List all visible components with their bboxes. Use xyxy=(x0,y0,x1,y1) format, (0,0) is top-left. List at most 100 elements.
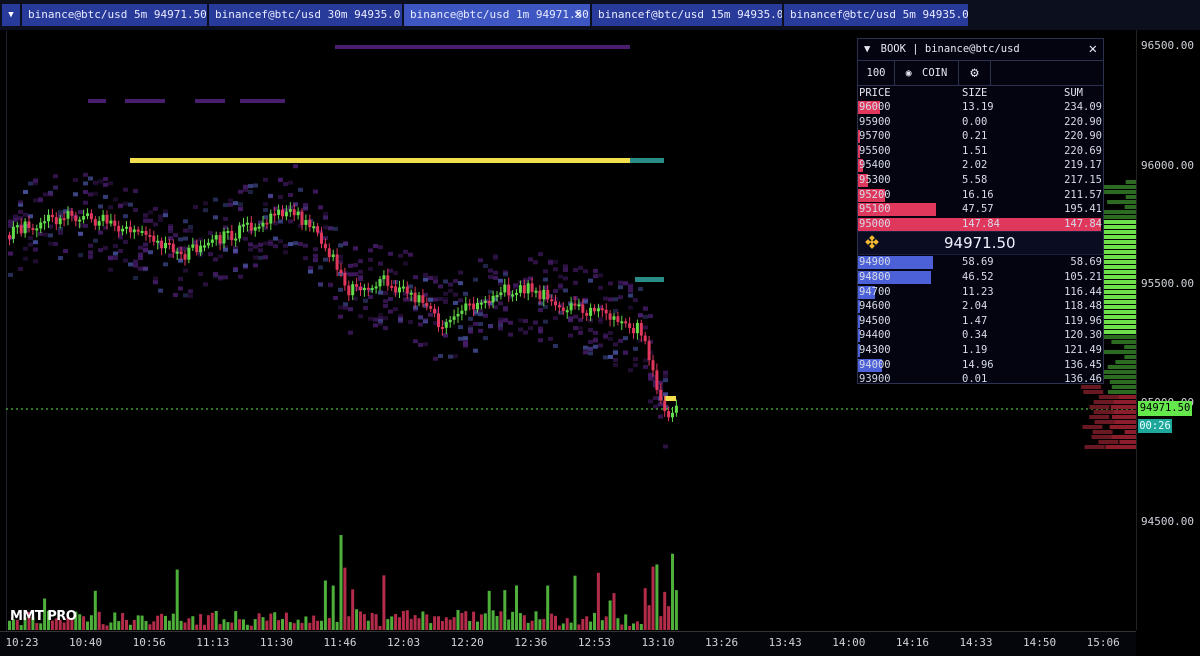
bid-row[interactable]: 94400 0.34 120.30 xyxy=(858,328,1103,343)
heatmap-cell xyxy=(138,252,143,257)
heatmap-cell xyxy=(23,189,28,194)
heatmap-cell xyxy=(38,197,43,202)
book-price: 94600 xyxy=(859,300,891,313)
heatmap-cell xyxy=(443,300,448,305)
heatmap-cell xyxy=(663,392,668,397)
heatmap-cell xyxy=(488,268,493,273)
heatmap-cell xyxy=(23,212,28,217)
heatmap-cell xyxy=(313,247,318,252)
heatmap-cell xyxy=(178,286,183,291)
heatmap-cell xyxy=(423,342,428,347)
volume-bar xyxy=(331,585,335,630)
volume-bar xyxy=(273,612,277,630)
heatmap-cell xyxy=(188,224,193,229)
ask-row[interactable]: 95400 2.02 219.17 xyxy=(858,158,1103,173)
heatmap-cell xyxy=(253,255,258,260)
book-sum: 219.17 xyxy=(1064,159,1102,172)
bid-row[interactable]: 94000 14.96 136.45 xyxy=(858,358,1103,373)
volume-bar xyxy=(125,619,128,630)
collapse-icon[interactable]: ▼ xyxy=(864,43,870,55)
volume-profile-bar xyxy=(1084,445,1105,449)
book-sum: 217.15 xyxy=(1064,173,1102,186)
candle xyxy=(265,222,269,225)
unit-toggle[interactable]: ◉ COIN xyxy=(895,61,959,85)
ask-row[interactable]: 95100 47.57 195.41 xyxy=(858,202,1103,217)
heatmap-cell xyxy=(413,339,418,344)
gear-icon[interactable]: ⚙ xyxy=(959,61,991,85)
heatmap-cell xyxy=(318,282,323,287)
book-size: 2.02 xyxy=(962,159,988,172)
bid-row[interactable]: 94500 1.47 119.96 xyxy=(858,314,1103,329)
volume-bar xyxy=(101,624,105,630)
heatmap-cell xyxy=(108,267,113,272)
time-tick: 12:20 xyxy=(450,636,484,649)
candle xyxy=(234,238,238,241)
heatmap-cell xyxy=(28,236,33,241)
volume-profile-bar xyxy=(1092,430,1113,434)
candle xyxy=(203,245,206,248)
depth-select[interactable]: 100 xyxy=(858,61,895,85)
ask-row[interactable]: 95700 0.21 220.90 xyxy=(858,129,1103,144)
volume-bar xyxy=(604,616,608,630)
heatmap-cell xyxy=(653,404,658,409)
close-icon[interactable]: ✕ xyxy=(1089,39,1097,60)
volume-profile-bar xyxy=(1103,335,1136,339)
heatmap-cell xyxy=(103,182,108,187)
ask-row[interactable]: 95200 16.16 211.57 xyxy=(858,188,1103,203)
candle xyxy=(312,226,316,229)
heatmap-cell xyxy=(143,242,148,247)
heatmap-cell xyxy=(253,263,258,268)
book-price: 94000 xyxy=(859,358,891,371)
heatmap-cell xyxy=(598,273,603,278)
candle xyxy=(526,283,530,294)
volume-bar xyxy=(526,622,530,630)
volume-profile-bar xyxy=(1111,385,1136,389)
volume-profile-bar xyxy=(1083,390,1104,394)
candle xyxy=(639,323,643,336)
volume-bar xyxy=(206,615,210,630)
candle xyxy=(269,213,273,224)
heatmap-cell xyxy=(338,287,343,292)
ask-row[interactable]: 95300 5.58 217.15 xyxy=(858,173,1103,188)
volume-bar xyxy=(152,621,156,630)
book-header[interactable]: ▼ BOOK | binance@btc/usd ✕ xyxy=(858,39,1103,61)
heatmap-cell xyxy=(448,354,453,359)
heatmap-cell xyxy=(73,178,78,183)
price-axis[interactable]: 96500.00 96000.00 95500.00 95000.00 9450… xyxy=(1136,30,1200,630)
volume-bar xyxy=(82,616,86,630)
book-size: 0.21 xyxy=(962,130,988,143)
bid-row[interactable]: 94300 1.19 121.49 xyxy=(858,343,1103,358)
ask-row[interactable]: 95900 0.00 220.90 xyxy=(858,115,1103,130)
volume-profile-bar xyxy=(1101,375,1136,379)
volume-profile-bar xyxy=(1110,405,1136,409)
bid-row[interactable]: 94900 58.69 58.69 xyxy=(858,255,1103,270)
heatmap-cell xyxy=(513,286,518,291)
heatmap-cell xyxy=(538,338,543,343)
bid-row[interactable]: 94800 46.52 105.21 xyxy=(858,270,1103,285)
volume-profile-bar xyxy=(1091,435,1112,439)
candle xyxy=(93,219,97,226)
volume-bar xyxy=(210,612,214,630)
ask-row[interactable]: 96000 13.19 234.09 xyxy=(858,100,1103,115)
heatmap-cell xyxy=(33,198,38,203)
time-axis[interactable]: 10:23 10:40 10:56 11:13 11:30 11:46 12:03 12:20… xyxy=(0,631,1136,656)
heatmap-cell xyxy=(453,354,458,359)
bid-row[interactable]: 94600 2.04 118.48 xyxy=(858,299,1103,314)
candle xyxy=(323,243,327,249)
time-tick: 10:23 xyxy=(5,636,39,649)
volume-bar xyxy=(464,611,468,630)
volume-bar xyxy=(444,617,448,630)
bid-row[interactable]: 93900 0.01 136.46 xyxy=(858,372,1103,387)
ask-row[interactable]: 95000 147.84 147.84 xyxy=(858,217,1103,232)
heatmap-cell xyxy=(83,181,88,186)
bid-row[interactable]: 94700 11.23 116.44 xyxy=(858,285,1103,300)
volume-profile-bar xyxy=(1124,205,1136,209)
heatmap-cell xyxy=(133,263,138,268)
candle xyxy=(507,284,511,296)
heatmap-cell xyxy=(478,308,483,313)
heatmap-cell xyxy=(128,202,133,207)
heatmap-cell xyxy=(398,253,403,258)
heatmap-cell xyxy=(663,444,668,449)
candle xyxy=(577,304,581,307)
ask-row[interactable]: 95500 1.51 220.69 xyxy=(858,144,1103,159)
